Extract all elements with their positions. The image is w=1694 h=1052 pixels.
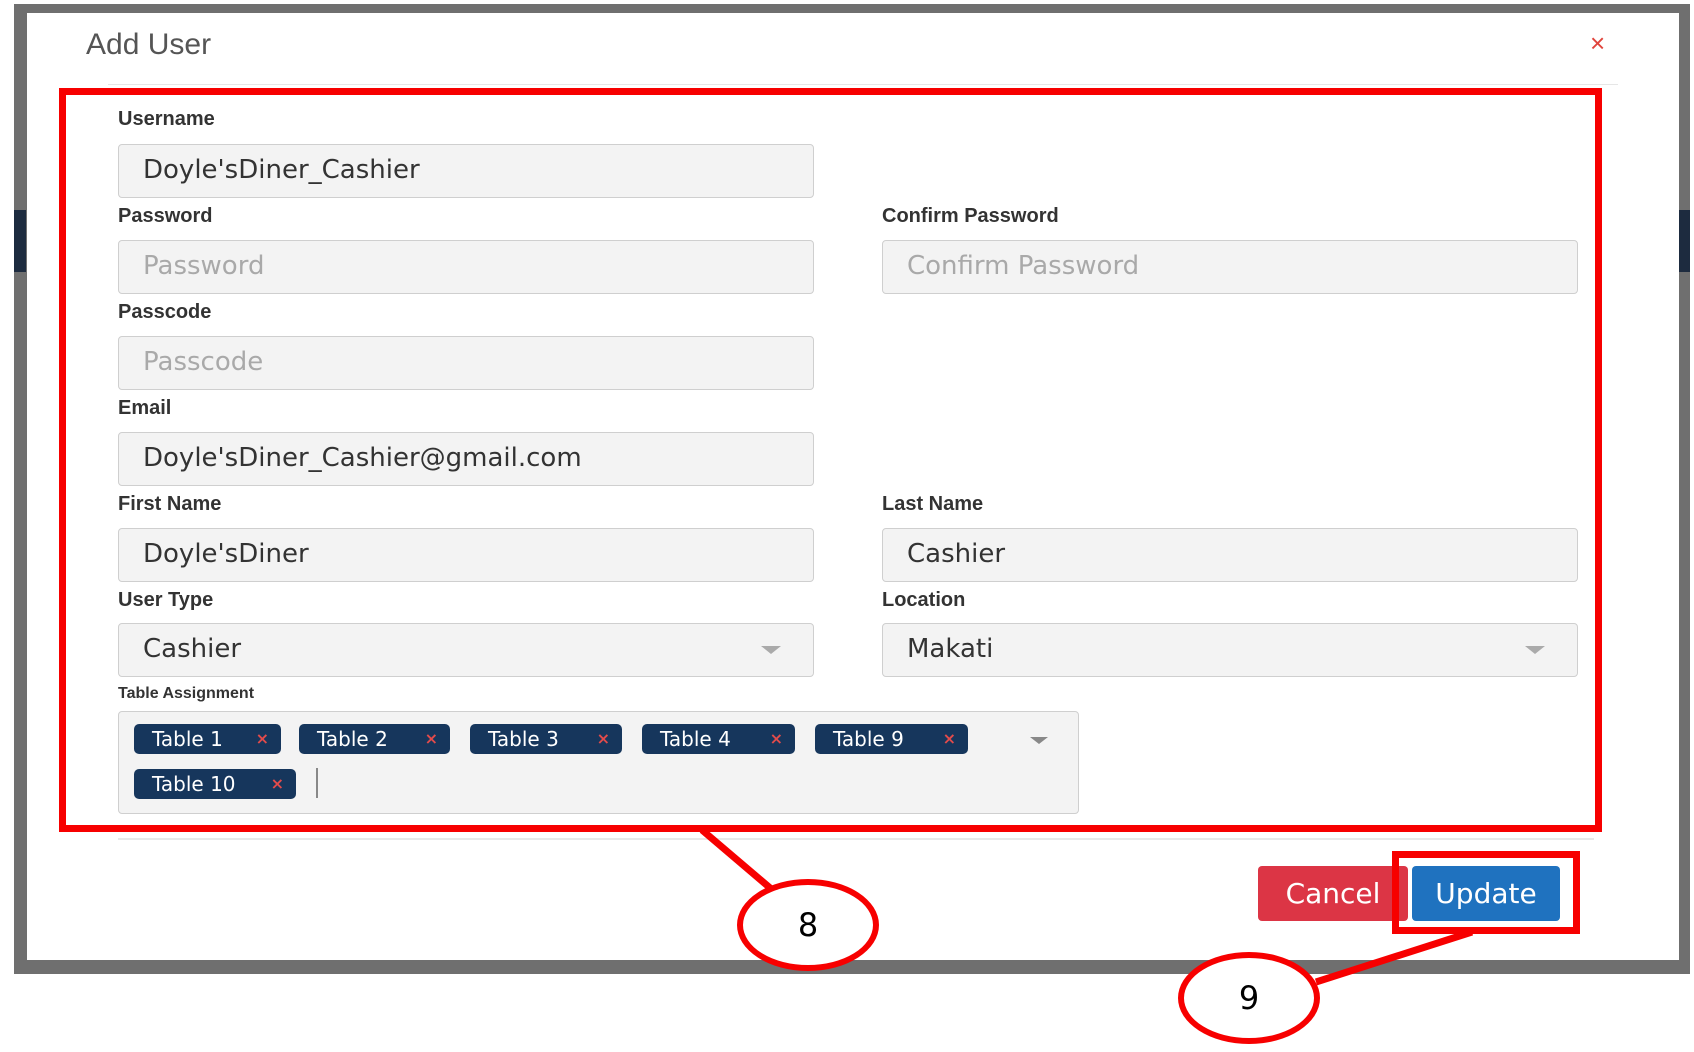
callout-9: 9 <box>1178 952 1320 1044</box>
callout-8: 8 <box>737 879 879 971</box>
callout-9-connector <box>1314 928 1474 986</box>
callout-8-connector <box>699 827 779 896</box>
